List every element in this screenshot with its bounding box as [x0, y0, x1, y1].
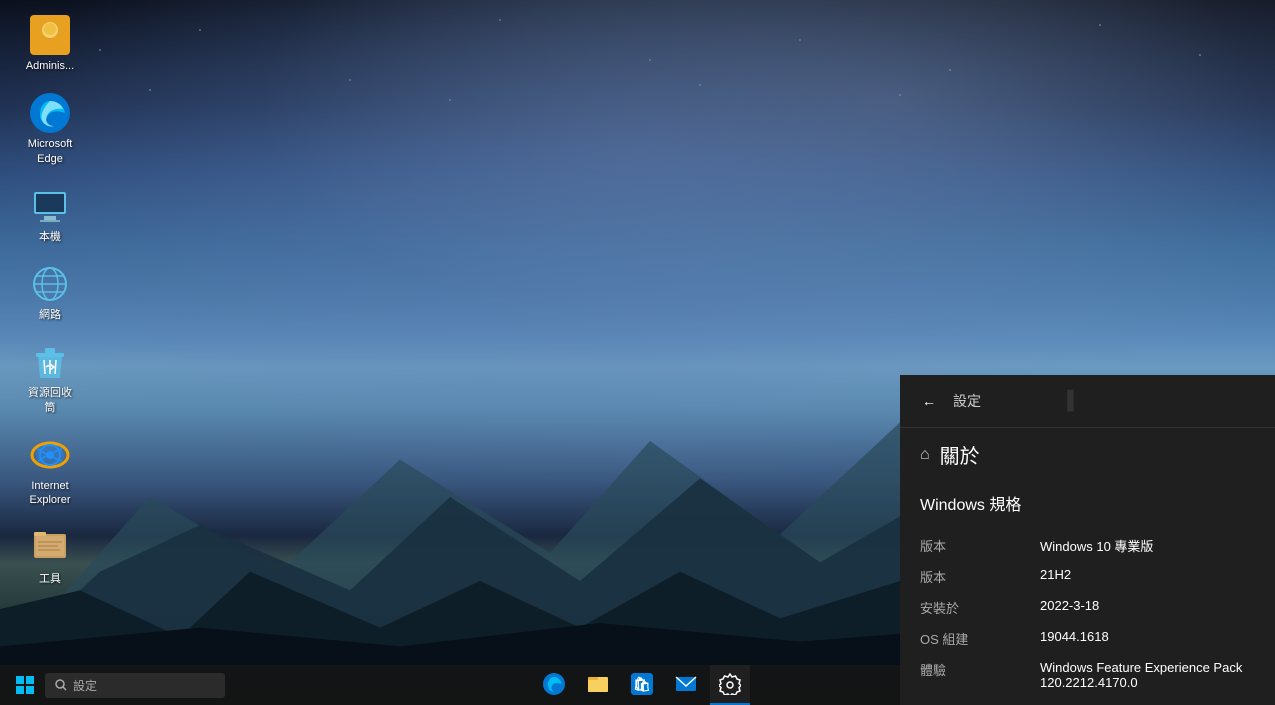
computer-icon: [30, 186, 70, 226]
svg-text:🛍: 🛍: [633, 676, 651, 692]
settings-titlebar: ← 設定: [900, 375, 1275, 428]
desktop-icons-container: Adminis... MicrosoftEdge: [10, 10, 90, 591]
settings-value-edition: Windows 10 專業版: [1040, 536, 1255, 555]
recycle-label: 資源回收筒: [28, 386, 72, 415]
ie-label: InternetExplorer: [30, 479, 71, 508]
settings-label-experience: 體驗: [920, 660, 1040, 679]
start-button[interactable]: [5, 665, 45, 705]
recycle-icon: [30, 342, 70, 382]
taskbar-app-edge[interactable]: [534, 665, 574, 705]
settings-section-header: ⌂ 關於: [900, 428, 1275, 481]
tools-icon: [30, 528, 70, 568]
network-label: 網路: [39, 308, 61, 322]
edge-label: MicrosoftEdge: [28, 137, 73, 166]
desktop-icon-computer[interactable]: 本機: [10, 181, 90, 249]
settings-title: 設定: [953, 391, 981, 411]
settings-value-version: 21H2: [1040, 567, 1255, 582]
edge-icon: [30, 93, 70, 133]
settings-label-edition: 版本: [920, 536, 1040, 555]
settings-home-icon: ⌂: [920, 446, 930, 464]
settings-row-install-date: 安裝於 2022-3-18: [920, 592, 1255, 623]
desktop-icon-recycle[interactable]: 資源回收筒: [10, 337, 90, 420]
tools-label: 工具: [39, 572, 61, 586]
settings-label-version: 版本: [920, 567, 1040, 586]
settings-content: Windows 規格 版本 Windows 10 專業版 版本 21H2 安裝於…: [900, 481, 1275, 705]
taskbar-app-mail[interactable]: [666, 665, 706, 705]
desktop-icon-ie[interactable]: InternetExplorer: [10, 430, 90, 513]
settings-value-install-date: 2022-3-18: [1040, 598, 1255, 613]
taskbar-search-label: 設定: [73, 677, 97, 694]
taskbar-app-explorer[interactable]: [578, 665, 618, 705]
desktop-icon-edge[interactable]: MicrosoftEdge: [10, 88, 90, 171]
settings-value-experience: Windows Feature Experience Pack120.2212.…: [1040, 660, 1255, 690]
settings-value-os-build: 19044.1618: [1040, 629, 1255, 644]
taskbar-search[interactable]: 設定: [45, 673, 225, 698]
ie-icon: [30, 435, 70, 475]
settings-panel: ← 設定 ⌂ 關於 Windows 規格 版本 Windows 10 專業版 版…: [900, 375, 1275, 705]
desktop-icon-tools[interactable]: 工具: [10, 523, 90, 591]
settings-label-os-build: OS 組建: [920, 629, 1040, 648]
search-icon: [55, 679, 67, 691]
settings-group-title: Windows 規格: [920, 491, 1255, 515]
desktop-icon-network[interactable]: 網路: [10, 259, 90, 327]
settings-label-install-date: 安裝於: [920, 598, 1040, 617]
administrator-label: Adminis...: [26, 59, 74, 73]
computer-label: 本機: [39, 230, 61, 244]
taskbar-app-store[interactable]: 🛍: [622, 665, 662, 705]
settings-row-version: 版本 21H2: [920, 561, 1255, 592]
desktop: Adminis... MicrosoftEdge: [0, 0, 1275, 705]
settings-back-button[interactable]: ←: [915, 387, 943, 415]
settings-section-label: 關於: [940, 440, 980, 469]
administrator-icon: [30, 15, 70, 55]
taskbar-app-settings[interactable]: [710, 665, 750, 705]
network-icon: [30, 264, 70, 304]
desktop-icon-administrator[interactable]: Adminis...: [10, 10, 90, 78]
settings-row-edition: 版本 Windows 10 專業版: [920, 530, 1255, 561]
settings-row-experience: 體驗 Windows Feature Experience Pack120.22…: [920, 654, 1255, 696]
settings-row-os-build: OS 組建 19044.1618: [920, 623, 1255, 654]
